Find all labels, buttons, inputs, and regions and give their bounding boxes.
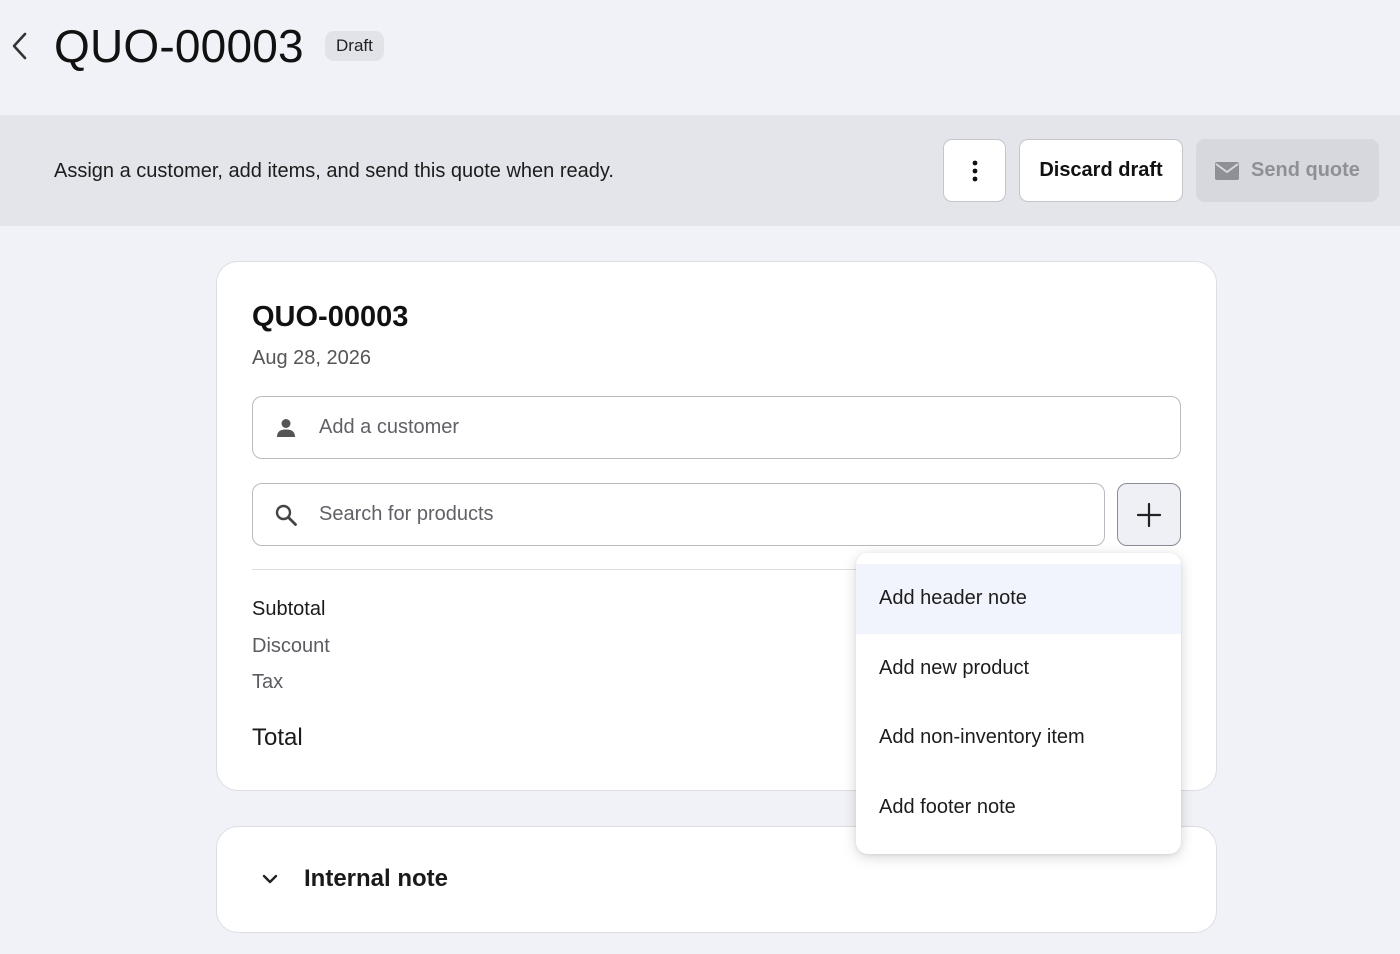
banner-message: Assign a customer, add items, and send t… [54,160,614,182]
product-search-input[interactable] [319,484,1104,545]
add-item-menu: Add header note Add new product Add non-… [856,553,1181,854]
chevron-left-icon [12,32,27,60]
page-title: QUO-00003 [54,20,304,72]
send-quote-button[interactable]: Send quote [1196,139,1379,202]
total-label: Total [252,724,303,751]
menu-item-add-header-note[interactable]: Add header note [856,564,1181,634]
plus-icon [1137,502,1161,527]
add-item-button[interactable] [1117,483,1181,546]
menu-item-add-new-product[interactable]: Add new product [856,634,1181,704]
customer-input[interactable] [319,397,1180,458]
internal-note-toggle[interactable] [254,864,286,894]
tax-label: Tax [252,671,284,693]
more-actions-button[interactable] [943,139,1006,202]
back-button[interactable] [4,26,34,66]
customer-field[interactable] [252,396,1181,459]
menu-item-add-footer-note[interactable]: Add footer note [856,773,1181,843]
internal-note-title: Internal note [304,865,449,892]
quote-date: Aug 28, 2026 [252,347,371,369]
product-search-field[interactable] [252,483,1105,546]
send-quote-label: Send quote [1251,159,1360,181]
subtotal-label: Subtotal [252,598,326,620]
vertical-dots-icon [972,160,977,181]
person-icon [277,418,295,437]
menu-item-add-non-inventory-item[interactable]: Add non-inventory item [856,703,1181,773]
quote-number: QUO-00003 [252,301,409,333]
chevron-down-icon [262,874,278,884]
status-badge: Draft [325,31,384,61]
discard-draft-button[interactable]: Discard draft [1019,139,1183,202]
search-icon [275,504,297,526]
discount-label: Discount [252,635,330,657]
envelope-icon [1215,161,1240,180]
page-header: QUO-00003 Draft [0,0,1400,115]
